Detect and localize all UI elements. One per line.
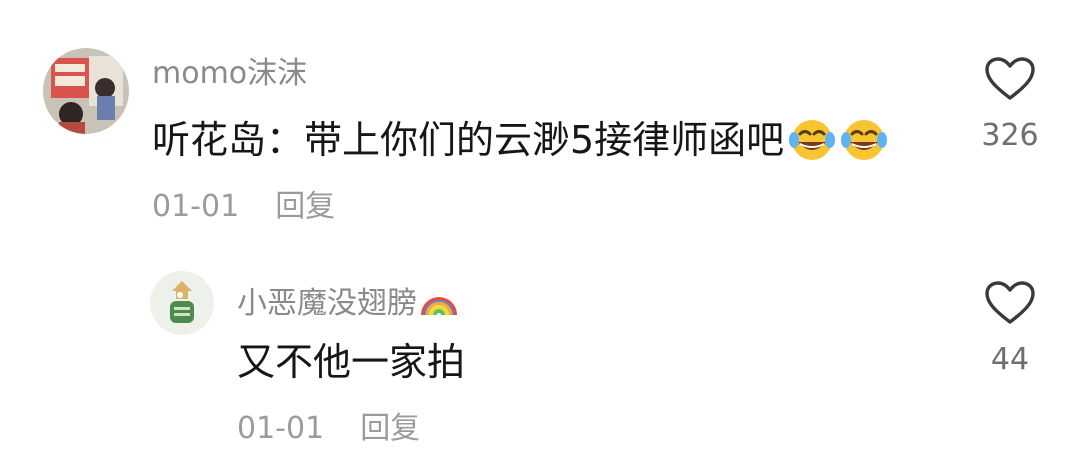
laugh-cry-emoji (841, 120, 888, 160)
comment-meta: 01-01 回复 (237, 414, 420, 444)
username[interactable]: 小恶魔没翅膀 (237, 285, 459, 319)
rainbow-emoji (421, 297, 457, 316)
like-count: 44 (990, 342, 1030, 377)
reply-button[interactable]: 回复 (360, 411, 420, 446)
laugh-cry-emoji (789, 120, 836, 160)
comment-item: 小恶魔没翅膀 又不他一家拍 01-01 回复 44 (0, 240, 1080, 471)
like-count: 326 (981, 118, 1039, 153)
comment-text: 又不他一家拍 (237, 343, 465, 381)
comment-text-content: 听花岛：带上你们的云渺5接律师函吧 (152, 118, 785, 162)
comment-date: 01-01 (237, 411, 325, 446)
avatar[interactable] (150, 271, 214, 335)
like-button[interactable] (984, 280, 1036, 326)
like-button[interactable] (984, 56, 1036, 102)
username-text: 小恶魔没翅膀 (237, 286, 417, 321)
reply-button[interactable]: 回复 (275, 189, 335, 224)
comment-text: 听花岛：带上你们的云渺5接律师函吧 (152, 116, 888, 164)
heart-icon (985, 57, 1035, 100)
comment-date: 01-01 (152, 189, 240, 224)
comment-meta: 01-01 回复 (152, 192, 335, 222)
heart-icon (985, 281, 1035, 324)
username[interactable]: momo沫沫 (152, 59, 307, 89)
comment-item: momo沫沫 听花岛：带上你们的云渺5接律师函吧 01-01 回复 326 (0, 0, 1080, 240)
comment-text-content: 又不他一家拍 (237, 340, 466, 384)
avatar[interactable] (43, 48, 129, 134)
